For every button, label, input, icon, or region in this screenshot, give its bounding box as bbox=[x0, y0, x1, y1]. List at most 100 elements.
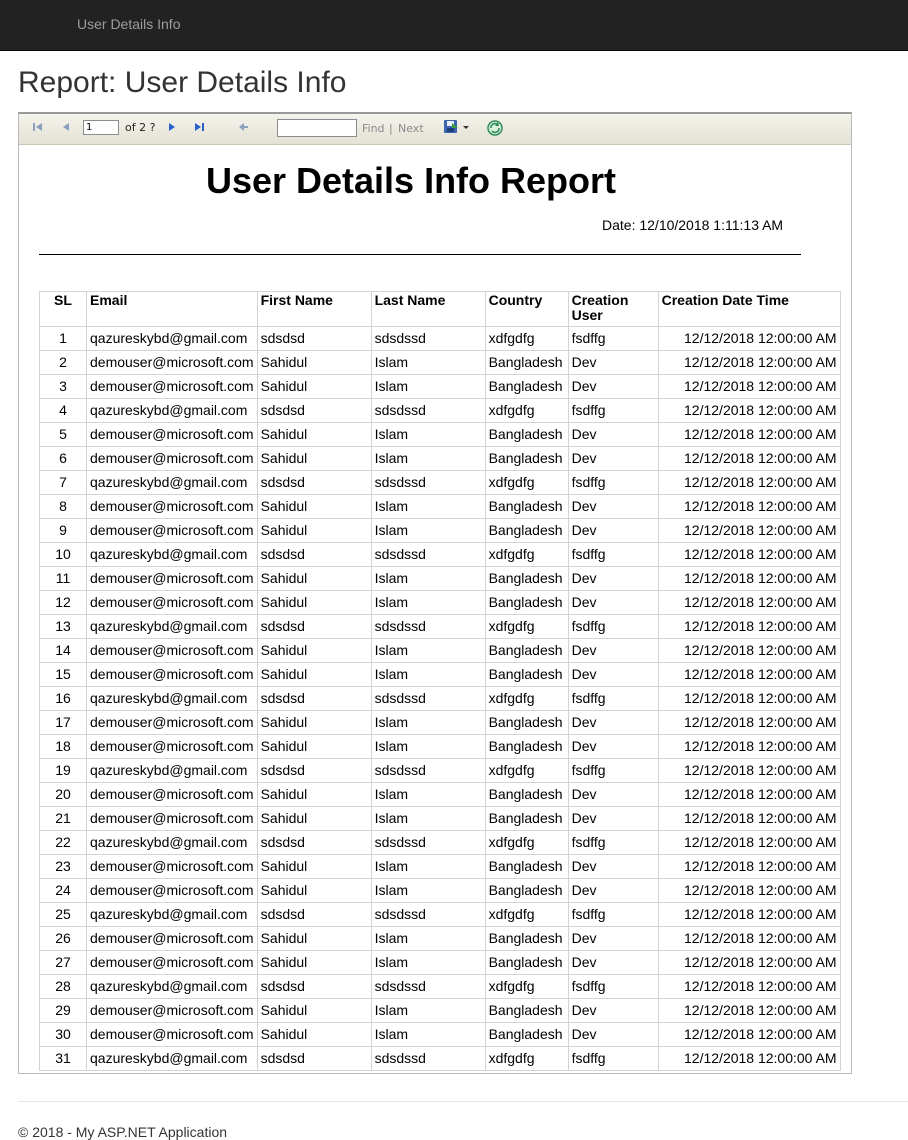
cell-country: xdfgdfg bbox=[484, 542, 569, 567]
cell-last-name: Islam bbox=[370, 494, 486, 519]
cell-last-name: Islam bbox=[370, 854, 486, 879]
cell-creation-user: fsdffg bbox=[567, 398, 659, 423]
cell-last-name: Islam bbox=[370, 710, 486, 735]
table-row: 2 demouser@microsoft.com Sahidul Islam Bangl… bbox=[39, 350, 841, 375]
cell-email: demouser@microsoft.com bbox=[86, 782, 258, 807]
table-row: 11 demouser@microsoft.com Sahidul Islam Bang… bbox=[39, 566, 841, 591]
navbar-brand-link[interactable]: User Details Info bbox=[77, 16, 180, 32]
cell-last-name: sdsdssd bbox=[370, 470, 486, 495]
cell-country: Bangladesh bbox=[484, 566, 569, 591]
cell-sl: 5 bbox=[39, 422, 87, 447]
cell-creation-user: Dev bbox=[567, 950, 659, 975]
cell-email: demouser@microsoft.com bbox=[86, 350, 258, 375]
cell-email: qazureskybd@gmail.com bbox=[86, 470, 258, 495]
cell-sl: 15 bbox=[39, 662, 87, 687]
cell-creation-date-time: 12/12/2018 12:00:00 AM bbox=[657, 398, 841, 423]
cell-creation-date-time: 12/12/2018 12:00:00 AM bbox=[657, 422, 841, 447]
cell-sl: 8 bbox=[39, 494, 87, 519]
first-page-icon[interactable] bbox=[31, 120, 45, 136]
cell-country: xdfgdfg bbox=[484, 830, 569, 855]
cell-email: demouser@microsoft.com bbox=[86, 1022, 258, 1047]
find-text-input[interactable] bbox=[277, 119, 357, 137]
cell-sl: 21 bbox=[39, 806, 87, 831]
cell-country: Bangladesh bbox=[484, 374, 569, 399]
table-row: 26 demouser@microsoft.com Sahidul Islam Bang… bbox=[39, 926, 841, 951]
previous-page-icon[interactable] bbox=[59, 120, 73, 136]
table-row: 27 demouser@microsoft.com Sahidul Islam Bang… bbox=[39, 950, 841, 975]
cell-last-name: sdsdssd bbox=[370, 686, 486, 711]
cell-creation-date-time: 12/12/2018 12:00:00 AM bbox=[657, 614, 841, 639]
cell-creation-date-time: 12/12/2018 12:00:00 AM bbox=[657, 854, 841, 879]
cell-country: Bangladesh bbox=[484, 878, 569, 903]
cell-sl: 6 bbox=[39, 446, 87, 471]
table-row: 9 demouser@microsoft.com Sahidul Islam Bangl… bbox=[39, 518, 841, 543]
last-page-icon[interactable] bbox=[192, 120, 206, 136]
cell-last-name: Islam bbox=[370, 734, 486, 759]
cell-sl: 7 bbox=[39, 470, 87, 495]
cell-creation-date-time: 12/12/2018 12:00:00 AM bbox=[657, 350, 841, 375]
cell-email: demouser@microsoft.com bbox=[86, 878, 258, 903]
cell-creation-user: fsdffg bbox=[567, 902, 659, 927]
cell-creation-date-time: 12/12/2018 12:00:00 AM bbox=[657, 662, 841, 687]
cell-sl: 1 bbox=[39, 326, 87, 351]
cell-country: Bangladesh bbox=[484, 662, 569, 687]
cell-sl: 12 bbox=[39, 590, 87, 615]
cell-email: qazureskybd@gmail.com bbox=[86, 398, 258, 423]
cell-country: Bangladesh bbox=[484, 638, 569, 663]
cell-country: xdfgdfg bbox=[484, 758, 569, 783]
cell-first-name: Sahidul bbox=[256, 782, 372, 807]
page-count-label: of 2 ? bbox=[125, 121, 156, 134]
cell-email: qazureskybd@gmail.com bbox=[86, 614, 258, 639]
refresh-icon[interactable] bbox=[486, 119, 504, 136]
export-save-icon[interactable] bbox=[443, 119, 473, 135]
cell-first-name: Sahidul bbox=[256, 854, 372, 879]
report-viewer: of 2 ? Find | Next User Details Info Rep… bbox=[18, 112, 852, 1074]
cell-creation-user: Dev bbox=[567, 518, 659, 543]
footer-copyright: © 2018 - My ASP.NET Application bbox=[18, 1124, 228, 1140]
cell-sl: 16 bbox=[39, 686, 87, 711]
find-separator: | bbox=[389, 122, 393, 135]
page-number-input[interactable] bbox=[83, 120, 119, 135]
table-row: 4 qazureskybd@gmail.com sdsdsd sdsdssd xdfgd… bbox=[39, 398, 841, 423]
cell-creation-user: fsdffg bbox=[567, 470, 659, 495]
find-next-link[interactable]: Next bbox=[398, 122, 424, 135]
cell-sl: 13 bbox=[39, 614, 87, 639]
cell-creation-date-time: 12/12/2018 12:00:00 AM bbox=[657, 542, 841, 567]
cell-last-name: sdsdssd bbox=[370, 1046, 486, 1071]
cell-last-name: sdsdssd bbox=[370, 902, 486, 927]
cell-country: Bangladesh bbox=[484, 518, 569, 543]
cell-last-name: sdsdssd bbox=[370, 974, 486, 999]
cell-creation-date-time: 12/12/2018 12:00:00 AM bbox=[657, 902, 841, 927]
cell-creation-user: Dev bbox=[567, 806, 659, 831]
table-row: 22 qazureskybd@gmail.com sdsdsd sdsdssd xdfg… bbox=[39, 830, 841, 855]
page-title: Report: User Details Info bbox=[18, 66, 347, 99]
cell-email: qazureskybd@gmail.com bbox=[86, 1046, 258, 1071]
next-page-icon[interactable] bbox=[165, 120, 179, 136]
cell-creation-user: fsdffg bbox=[567, 326, 659, 351]
cell-email: qazureskybd@gmail.com bbox=[86, 758, 258, 783]
cell-email: demouser@microsoft.com bbox=[86, 518, 258, 543]
cell-creation-user: Dev bbox=[567, 422, 659, 447]
column-header-country: Country bbox=[484, 291, 569, 327]
cell-creation-user: Dev bbox=[567, 590, 659, 615]
table-row: 7 qazureskybd@gmail.com sdsdsd sdsdssd xdfgd… bbox=[39, 470, 841, 495]
cell-last-name: Islam bbox=[370, 638, 486, 663]
back-to-parent-icon[interactable] bbox=[236, 120, 250, 136]
cell-creation-user: Dev bbox=[567, 782, 659, 807]
cell-country: Bangladesh bbox=[484, 590, 569, 615]
cell-country: Bangladesh bbox=[484, 998, 569, 1023]
cell-sl: 24 bbox=[39, 878, 87, 903]
cell-sl: 28 bbox=[39, 974, 87, 999]
cell-creation-date-time: 12/12/2018 12:00:00 AM bbox=[657, 830, 841, 855]
cell-email: qazureskybd@gmail.com bbox=[86, 542, 258, 567]
cell-first-name: sdsdsd bbox=[256, 758, 372, 783]
cell-creation-date-time: 12/12/2018 12:00:00 AM bbox=[657, 566, 841, 591]
table-row: 16 qazureskybd@gmail.com sdsdsd sdsdssd xdfg… bbox=[39, 686, 841, 711]
find-link[interactable]: Find bbox=[362, 122, 385, 135]
cell-creation-date-time: 12/12/2018 12:00:00 AM bbox=[657, 686, 841, 711]
cell-creation-user: Dev bbox=[567, 734, 659, 759]
cell-creation-user: fsdffg bbox=[567, 1046, 659, 1071]
cell-sl: 27 bbox=[39, 950, 87, 975]
cell-creation-user: Dev bbox=[567, 374, 659, 399]
report-table: SL Email First Name Last Name Country Cr… bbox=[39, 291, 841, 1071]
